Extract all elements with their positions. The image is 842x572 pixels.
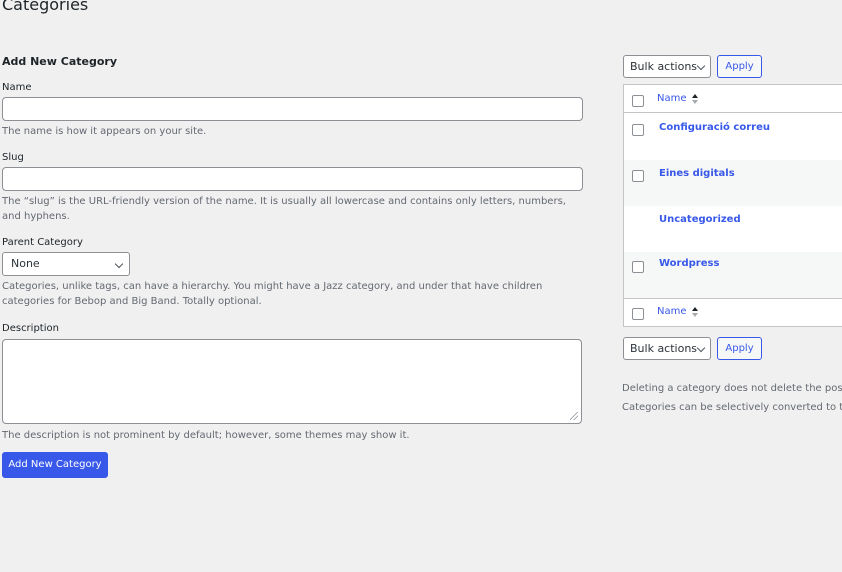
convert-note: Categories can be selectively converted … [622,402,842,413]
delete-note: Deleting a category does not delete the … [622,383,842,394]
name-help: The name is how it appears on your site. [2,126,207,137]
table-header: Name [624,85,842,113]
slug-input[interactable] [2,167,583,191]
description-label: Description [2,323,59,334]
select-all-checkbox[interactable] [632,95,644,107]
bulk-actions-value: Bulk actions [630,342,698,355]
form-heading: Add New Category [2,55,117,68]
table-row: Eines digitals [624,160,842,206]
slug-help: The “slug” is the URL-friendly version o… [2,196,566,222]
description-textarea[interactable] [2,339,582,424]
category-link[interactable]: Wordpress [659,258,719,269]
page-title: Categories [2,0,89,14]
parent-category-label: Parent Category [2,237,83,248]
name-input[interactable] [2,97,583,121]
apply-button-bottom[interactable]: Apply [717,337,762,360]
bulk-actions-select-top[interactable]: Bulk actions [623,55,711,78]
parent-category-value: None [11,257,40,270]
chevron-down-icon [696,343,706,353]
chevron-down-icon [696,61,706,71]
resize-handle-icon[interactable] [570,412,578,420]
table-row: Configuració correu [624,114,842,160]
chevron-down-icon [114,259,124,269]
categories-table: Name Configuració correu Eines digitals … [623,84,842,327]
row-checkbox[interactable] [632,170,644,182]
select-all-checkbox-footer[interactable] [632,308,644,320]
column-name-header[interactable]: Name [657,93,687,104]
category-link[interactable]: Eines digitals [659,168,735,179]
category-link[interactable]: Uncategorized [659,214,741,225]
table-row: Wordpress [624,252,842,298]
slug-label: Slug [2,152,24,163]
table-row: Uncategorized [624,206,842,252]
bulk-actions-select-bottom[interactable]: Bulk actions [623,337,711,360]
column-name-footer[interactable]: Name [657,306,687,317]
row-checkbox[interactable] [632,124,644,136]
sort-icon[interactable] [691,93,699,105]
parent-category-select[interactable]: None [2,252,130,276]
category-link[interactable]: Configuració correu [659,122,770,133]
add-new-category-button[interactable]: Add New Category [2,452,108,478]
parent-help: Categories, unlike tags, can have a hier… [2,281,543,307]
name-label: Name [2,82,32,93]
description-help: The description is not prominent by defa… [2,430,410,441]
sort-icon[interactable] [691,306,699,318]
table-footer: Name [624,298,842,326]
row-checkbox[interactable] [632,261,644,273]
apply-button-top[interactable]: Apply [717,55,762,78]
bulk-actions-value: Bulk actions [630,60,698,73]
